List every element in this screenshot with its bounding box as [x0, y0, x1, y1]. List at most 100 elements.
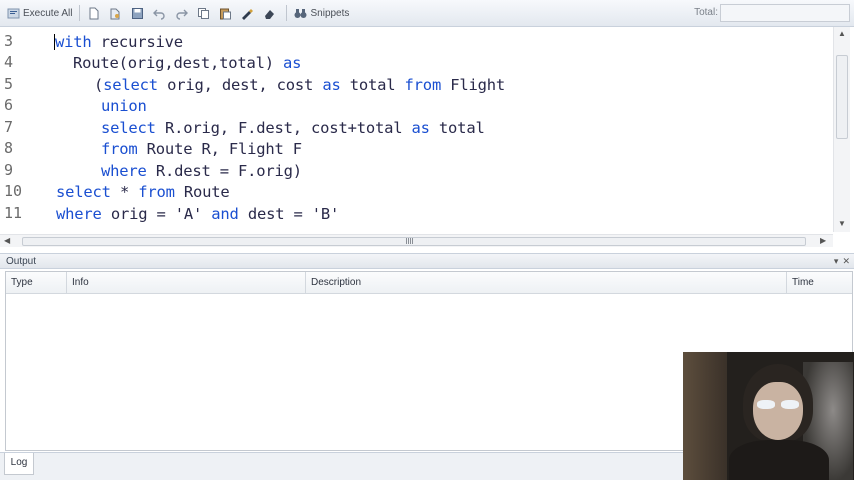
- code-area[interactable]: with recursive Route(orig,dest,total) as…: [54, 27, 826, 232]
- toolbar: Execute All Snippets Total:: [0, 0, 854, 27]
- column-header-type[interactable]: Type: [6, 272, 67, 294]
- tab-log[interactable]: Log: [4, 453, 34, 475]
- execute-icon: [7, 8, 20, 18]
- close-icon[interactable]: ✕: [842, 256, 850, 266]
- paste-button[interactable]: [216, 3, 238, 23]
- code-token: from: [138, 183, 175, 201]
- code-line: with recursive: [54, 33, 183, 51]
- redo-button[interactable]: [172, 3, 194, 23]
- line-number: 11: [4, 204, 23, 222]
- line-number: 7: [4, 118, 14, 136]
- line-number: 9: [4, 161, 14, 179]
- column-header-time[interactable]: Time: [787, 272, 852, 294]
- webcam-background: [683, 352, 727, 480]
- line-number: 8: [4, 139, 14, 157]
- column-header-info[interactable]: Info: [67, 272, 306, 294]
- line-number: 6: [4, 96, 14, 114]
- save-button[interactable]: [128, 3, 150, 23]
- scroll-left-icon[interactable]: ◀: [4, 236, 10, 245]
- code-token: Route R, Flight F: [146, 140, 302, 158]
- code-line: Route(orig,dest,total) as: [73, 54, 302, 72]
- code-token: Flight: [450, 76, 506, 94]
- code-token: as: [283, 54, 302, 72]
- total-label: Total:: [694, 7, 718, 18]
- undo-button[interactable]: [150, 3, 172, 23]
- toolbar-separator: [79, 5, 81, 21]
- code-line: select * from Route: [56, 183, 230, 201]
- code-line: union: [101, 97, 147, 115]
- code-line: where orig = 'A' and dest = 'B': [56, 205, 339, 223]
- line-number-gutter: 3 4 5 6 7 8 9 10 11: [0, 27, 36, 232]
- toolbar-separator: [286, 5, 288, 21]
- total-field[interactable]: [720, 4, 850, 22]
- code-token: total: [349, 76, 396, 94]
- grid-header: Type Info Description Time: [6, 272, 852, 294]
- code-token: orig = 'A': [110, 205, 203, 223]
- code-token: where: [56, 205, 102, 223]
- clear-button[interactable]: [260, 3, 282, 23]
- scroll-down-icon[interactable]: ▼: [838, 219, 846, 228]
- webcam-video: [683, 352, 854, 480]
- code-token: and: [211, 205, 239, 223]
- code-line: where R.dest = F.orig): [101, 162, 302, 180]
- code-token: Route: [183, 183, 230, 201]
- open-icon: [110, 8, 120, 19]
- code-token: from: [404, 76, 442, 94]
- execute-all-label: Execute All: [23, 7, 73, 19]
- code-token: recursive: [100, 33, 183, 51]
- output-panel-header: Output ▾ ✕: [0, 253, 854, 269]
- snippets-label: Snippets: [310, 7, 350, 19]
- undo-icon: [153, 9, 166, 20]
- editor-horizontal-scrollbar[interactable]: ◀ ▶: [0, 234, 833, 247]
- new-file-icon: [89, 7, 99, 19]
- code-line: (select orig, dest, cost as total from F…: [94, 76, 505, 94]
- line-number: 5: [4, 75, 14, 93]
- code-token: (: [94, 76, 104, 94]
- redo-icon: [176, 9, 189, 20]
- presenter-face: [753, 382, 803, 440]
- code-token: select: [56, 183, 111, 201]
- code-token: *: [119, 183, 130, 201]
- line-number: 3: [4, 32, 14, 50]
- snippets-button[interactable]: Snippets: [291, 3, 352, 23]
- code-token: as: [411, 119, 430, 137]
- copy-icon: [198, 7, 210, 19]
- line-number: 4: [4, 53, 14, 71]
- output-title: Output: [6, 255, 37, 267]
- code-token: total: [438, 119, 485, 137]
- scroll-thumb[interactable]: [22, 237, 806, 246]
- pin-icon[interactable]: ▾: [834, 256, 839, 266]
- editor-vertical-scrollbar[interactable]: ▲ ▼: [833, 27, 850, 232]
- code-token: with: [55, 33, 92, 51]
- binoculars-icon: [294, 8, 307, 18]
- code-token: select: [103, 76, 158, 94]
- code-token: Route(orig,dest,total): [73, 54, 274, 72]
- code-token: select: [101, 119, 156, 137]
- execute-all-button[interactable]: Execute All: [4, 3, 75, 23]
- scroll-grip: [406, 238, 414, 244]
- code-token: R.dest = F.orig): [155, 162, 302, 180]
- open-button[interactable]: [106, 3, 128, 23]
- copy-button[interactable]: [194, 3, 216, 23]
- line-number: 10: [4, 182, 23, 200]
- column-header-description[interactable]: Description: [306, 272, 787, 294]
- code-line: select R.orig, F.dest, cost+total as tot…: [101, 119, 485, 137]
- sql-editor[interactable]: 3 4 5 6 7 8 9 10 11 with recursive Route…: [0, 27, 854, 249]
- code-line: from Route R, Flight F: [101, 140, 302, 158]
- code-token: union: [101, 97, 147, 115]
- code-token: where: [101, 162, 147, 180]
- scroll-right-icon[interactable]: ▶: [820, 236, 826, 245]
- scroll-thumb[interactable]: [836, 55, 848, 139]
- new-button[interactable]: [84, 3, 106, 23]
- code-token: from: [101, 140, 138, 158]
- format-button[interactable]: [238, 3, 260, 23]
- code-token: orig, dest, cost: [167, 76, 314, 94]
- output-panel-controls: ▾ ✕: [830, 256, 850, 267]
- eraser-icon: [265, 9, 275, 19]
- paste-icon: [220, 8, 232, 19]
- code-token: as: [322, 76, 341, 94]
- save-icon: [132, 7, 144, 19]
- code-token: R.orig, F.dest, cost+total: [164, 119, 403, 137]
- presenter-body: [729, 440, 829, 480]
- scroll-up-icon[interactable]: ▲: [838, 29, 846, 38]
